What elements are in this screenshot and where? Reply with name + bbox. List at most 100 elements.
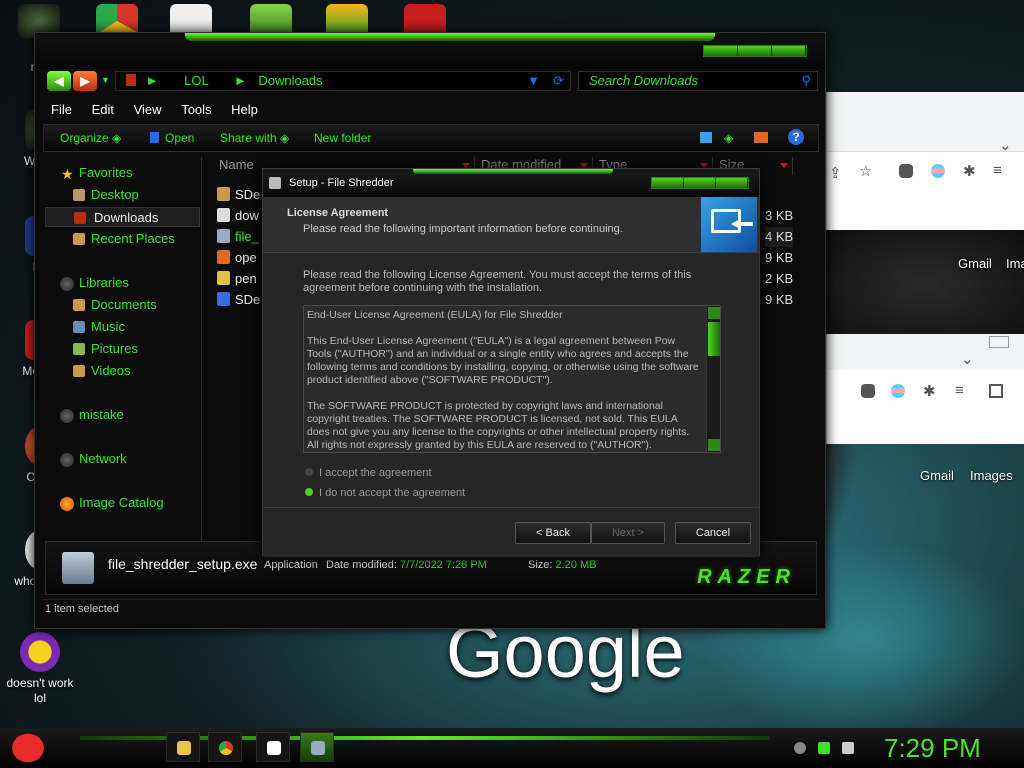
start-button[interactable] — [8, 730, 48, 766]
menu-file[interactable]: File — [51, 102, 72, 117]
details-size-label: Size: — [528, 559, 553, 571]
radio-button[interactable] — [305, 468, 313, 476]
setup-dialog[interactable]: Setup - File Shredder License Agreement … — [262, 168, 760, 557]
share-icon[interactable]: ⇪ — [829, 164, 842, 182]
gmail-link[interactable]: Gmail — [920, 468, 954, 483]
action-center-icon[interactable] — [818, 742, 830, 754]
nav-mistake[interactable]: mistake — [43, 405, 198, 425]
file-row[interactable]: ope — [217, 248, 257, 268]
search-input[interactable]: Search Downloads ⚲ — [578, 71, 818, 91]
file-row[interactable]: SDe — [217, 290, 260, 310]
accept-radio[interactable]: I accept the agreement — [305, 467, 432, 479]
file-size: 9 KB — [765, 250, 794, 265]
minimize-button[interactable] — [704, 46, 738, 56]
star-icon[interactable]: ☆ — [859, 162, 872, 180]
address-segment-downloads[interactable]: Downloads — [258, 73, 322, 88]
menu-edit[interactable]: Edit — [92, 102, 114, 117]
ublock-icon[interactable] — [861, 384, 875, 398]
preview-pane-icon[interactable] — [754, 132, 768, 143]
extensions-icon[interactable]: ✱ — [923, 382, 936, 400]
nav-desktop[interactable]: Desktop — [43, 185, 198, 205]
back-button[interactable]: < Back — [515, 522, 591, 544]
network-tray-icon[interactable] — [794, 742, 806, 754]
chevron-down-icon[interactable]: ⌄ — [961, 350, 974, 368]
decline-radio[interactable]: I do not accept the agreement — [305, 487, 465, 499]
address-segment-lol[interactable]: LOL — [184, 73, 208, 88]
playlist-icon[interactable]: ≡ — [993, 162, 1002, 179]
explorer-titlebar[interactable] — [35, 33, 825, 69]
chevron-down-icon[interactable]: ⌄ — [999, 136, 1012, 154]
browser-window-back[interactable]: ⌄ ⇪ ☆ ✱ ≡ — [826, 92, 1024, 230]
navigation-pane: ★ Favorites Desktop Downloads Recent Plac… — [43, 157, 205, 603]
close-button[interactable] — [716, 178, 748, 188]
address-bar[interactable]: ► LOL ► Downloads ▼ ⟳ — [115, 71, 571, 91]
nav-network[interactable]: Network — [43, 449, 198, 469]
nav-videos[interactable]: Videos — [43, 361, 198, 381]
nav-documents[interactable]: Documents — [43, 295, 198, 315]
new-folder-button[interactable]: New folder — [314, 125, 371, 151]
help-icon[interactable]: ? — [788, 129, 804, 145]
radio-button-selected[interactable] — [305, 488, 313, 496]
ublock-icon[interactable] — [899, 164, 913, 178]
volume-icon[interactable] — [842, 742, 854, 754]
nav-image-catalog[interactable]: Image Catalog — [43, 493, 198, 513]
search-icon[interactable]: ⚲ — [801, 72, 811, 90]
razer-logo: RAZER — [697, 566, 796, 588]
menu-help[interactable]: Help — [231, 102, 258, 117]
nav-favorites[interactable]: ★ Favorites — [43, 163, 198, 183]
refresh-icon[interactable]: ⟳ — [553, 72, 564, 90]
playlist-icon[interactable]: ≡ — [955, 382, 964, 399]
nav-downloads[interactable]: Downloads — [45, 207, 200, 227]
minimize-button[interactable] — [652, 178, 684, 188]
scroll-down-icon[interactable] — [708, 439, 720, 451]
taskbar-setup[interactable] — [300, 732, 334, 762]
desktop-icon-yahoo[interactable]: doesn't work lol — [0, 632, 80, 706]
recent-pages-dropdown[interactable]: ▼ — [101, 75, 110, 85]
file-row[interactable]: SDe — [217, 185, 260, 205]
scroll-thumb[interactable] — [708, 322, 720, 356]
nav-pictures[interactable]: Pictures — [43, 339, 198, 359]
flag-icon[interactable] — [891, 384, 905, 398]
flag-icon[interactable] — [931, 164, 945, 178]
license-intro-text: Please read the following License Agreem… — [303, 269, 692, 294]
sidepanel-icon[interactable] — [989, 384, 1003, 398]
images-link[interactable]: Ima — [1006, 256, 1024, 271]
menu-tools[interactable]: Tools — [181, 102, 211, 117]
taskbar-clock[interactable]: 7:29 PM — [884, 734, 981, 762]
taskbar-folder[interactable] — [166, 732, 200, 762]
view-dropdown-icon[interactable]: ◈ — [724, 125, 733, 151]
next-button[interactable]: Next > — [591, 522, 665, 544]
dialog-titlebar[interactable]: Setup - File Shredder — [263, 169, 759, 197]
file-row[interactable]: dow — [217, 206, 259, 226]
close-button[interactable] — [772, 46, 806, 56]
nav-music[interactable]: Music — [43, 317, 198, 337]
restore-icon[interactable] — [989, 336, 1009, 348]
nav-libraries[interactable]: Libraries — [43, 273, 198, 293]
nav-recent-places[interactable]: Recent Places — [43, 229, 198, 249]
taskbar-chrome[interactable] — [208, 732, 242, 762]
back-button[interactable]: ◀ — [47, 71, 71, 91]
nav-label: Pictures — [91, 341, 138, 356]
organize-button[interactable]: Organize ◈ — [60, 125, 121, 151]
gmail-link[interactable]: Gmail — [958, 256, 992, 271]
cancel-button[interactable]: Cancel — [675, 522, 751, 544]
view-options-icon[interactable] — [700, 132, 712, 143]
eula-scrollbar[interactable] — [706, 306, 720, 452]
address-dropdown-icon[interactable]: ▼ — [527, 72, 540, 90]
browser-back-page — [826, 230, 1024, 340]
pane-divider[interactable] — [201, 157, 202, 541]
file-row-selected[interactable]: file_ — [217, 227, 259, 247]
taskbar-cards[interactable] — [256, 732, 290, 762]
maximize-button[interactable] — [738, 46, 772, 56]
eula-textbox[interactable]: End-User License Agreement (EULA) for Fi… — [303, 305, 721, 453]
file-row[interactable]: pen — [217, 269, 257, 289]
scroll-up-icon[interactable] — [708, 307, 720, 319]
maximize-button[interactable] — [684, 178, 716, 188]
images-link[interactable]: Images — [970, 468, 1013, 483]
open-button[interactable]: Open — [150, 125, 194, 151]
extensions-icon[interactable]: ✱ — [963, 162, 976, 180]
share-with-button[interactable]: Share with ◈ — [220, 125, 289, 151]
browser-window-front[interactable]: ⌄ ✱ ≡ — [826, 334, 1024, 444]
forward-button[interactable]: ▶ — [73, 71, 97, 91]
menu-view[interactable]: View — [134, 102, 162, 117]
